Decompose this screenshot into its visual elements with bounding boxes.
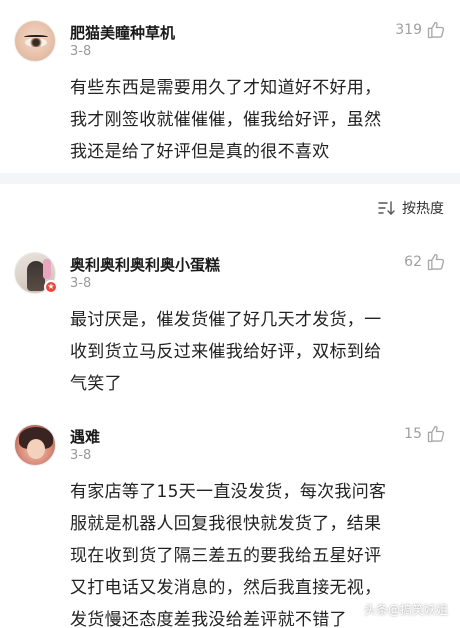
thumbs-up-icon <box>427 253 445 271</box>
comment-text: 有些东西是需要用久了才知道好不好用， 我才刚签收就催催催，催我给好评，虽然 我还… <box>70 72 446 168</box>
sort-button[interactable]: 按热度 <box>378 198 444 218</box>
comment-line: 有些东西是需要用久了才知道好不好用， <box>70 78 382 98</box>
avatar[interactable] <box>14 20 56 62</box>
comment-line: 现在收到货了隔三差五的要我给五星好评 <box>70 546 382 566</box>
like-count: 15 <box>404 426 422 442</box>
like-button[interactable]: 15 <box>404 424 446 444</box>
comment-line: 又打电话又发消息的，然后我直接无视， <box>70 578 382 598</box>
thumbs-up-icon <box>427 425 445 443</box>
comment-line: 气笑了 <box>70 374 122 394</box>
avatar-decoration <box>43 259 51 279</box>
avatar-eye <box>25 38 47 47</box>
sort-label: 按热度 <box>402 201 444 217</box>
avatar-face <box>27 439 45 459</box>
watermark: 头条@搞笑妖姐 <box>346 601 448 618</box>
like-count: 319 <box>395 22 422 38</box>
comment-line: 最讨厌是，催发货催了好几天才发货，一 <box>70 310 382 330</box>
username[interactable]: 遇难 <box>70 426 100 447</box>
comment-date: 3-8 <box>70 44 92 59</box>
comment-date: 3-8 <box>70 448 92 463</box>
thumbs-up-icon <box>427 21 445 39</box>
comment-line: 服就是机器人回复我很快就发货了，结果 <box>70 514 382 534</box>
avatar[interactable] <box>14 424 56 466</box>
like-button[interactable]: 62 <box>404 252 446 272</box>
sort-icon <box>378 201 395 215</box>
comment-line: 我才刚签收就催催催，催我给好评，虽然 <box>70 110 382 130</box>
comment-card: 肥猫美瞳种草机 3-8 319 有些东西是需要用久了才知道好不好用， 我才刚签收… <box>0 0 460 173</box>
comment-card: 遇难 3-8 15 有家店等了15天一直没发货，每次我问客 服就是机器人回复我很… <box>0 410 460 628</box>
comment-text: 最讨厌是，催发货催了好几天才发货，一 收到货立马反过来催我给好评，双标到给 气笑… <box>70 304 446 400</box>
comment-card: ★ 奥利奥利奥利奥小蛋糕 3-8 62 最讨厌是，催发货催了好几天才发货，一 收… <box>0 236 460 396</box>
toutiao-logo-icon <box>346 603 359 616</box>
comment-line: 收到货立马反过来催我给好评，双标到给 <box>70 342 382 362</box>
comment-line: 有家店等了15天一直没发货，每次我问客 <box>70 482 387 502</box>
username[interactable]: 肥猫美瞳种草机 <box>70 22 175 43</box>
section-divider <box>0 173 460 184</box>
username[interactable]: 奥利奥利奥利奥小蛋糕 <box>70 254 220 275</box>
comment-line: 我还是给了好评但是真的很不喜欢 <box>70 142 330 162</box>
verified-badge-icon: ★ <box>44 280 58 294</box>
like-button[interactable]: 319 <box>395 20 446 40</box>
comment-date: 3-8 <box>70 276 92 291</box>
like-count: 62 <box>404 254 422 270</box>
watermark-text: 头条@搞笑妖姐 <box>363 603 448 617</box>
